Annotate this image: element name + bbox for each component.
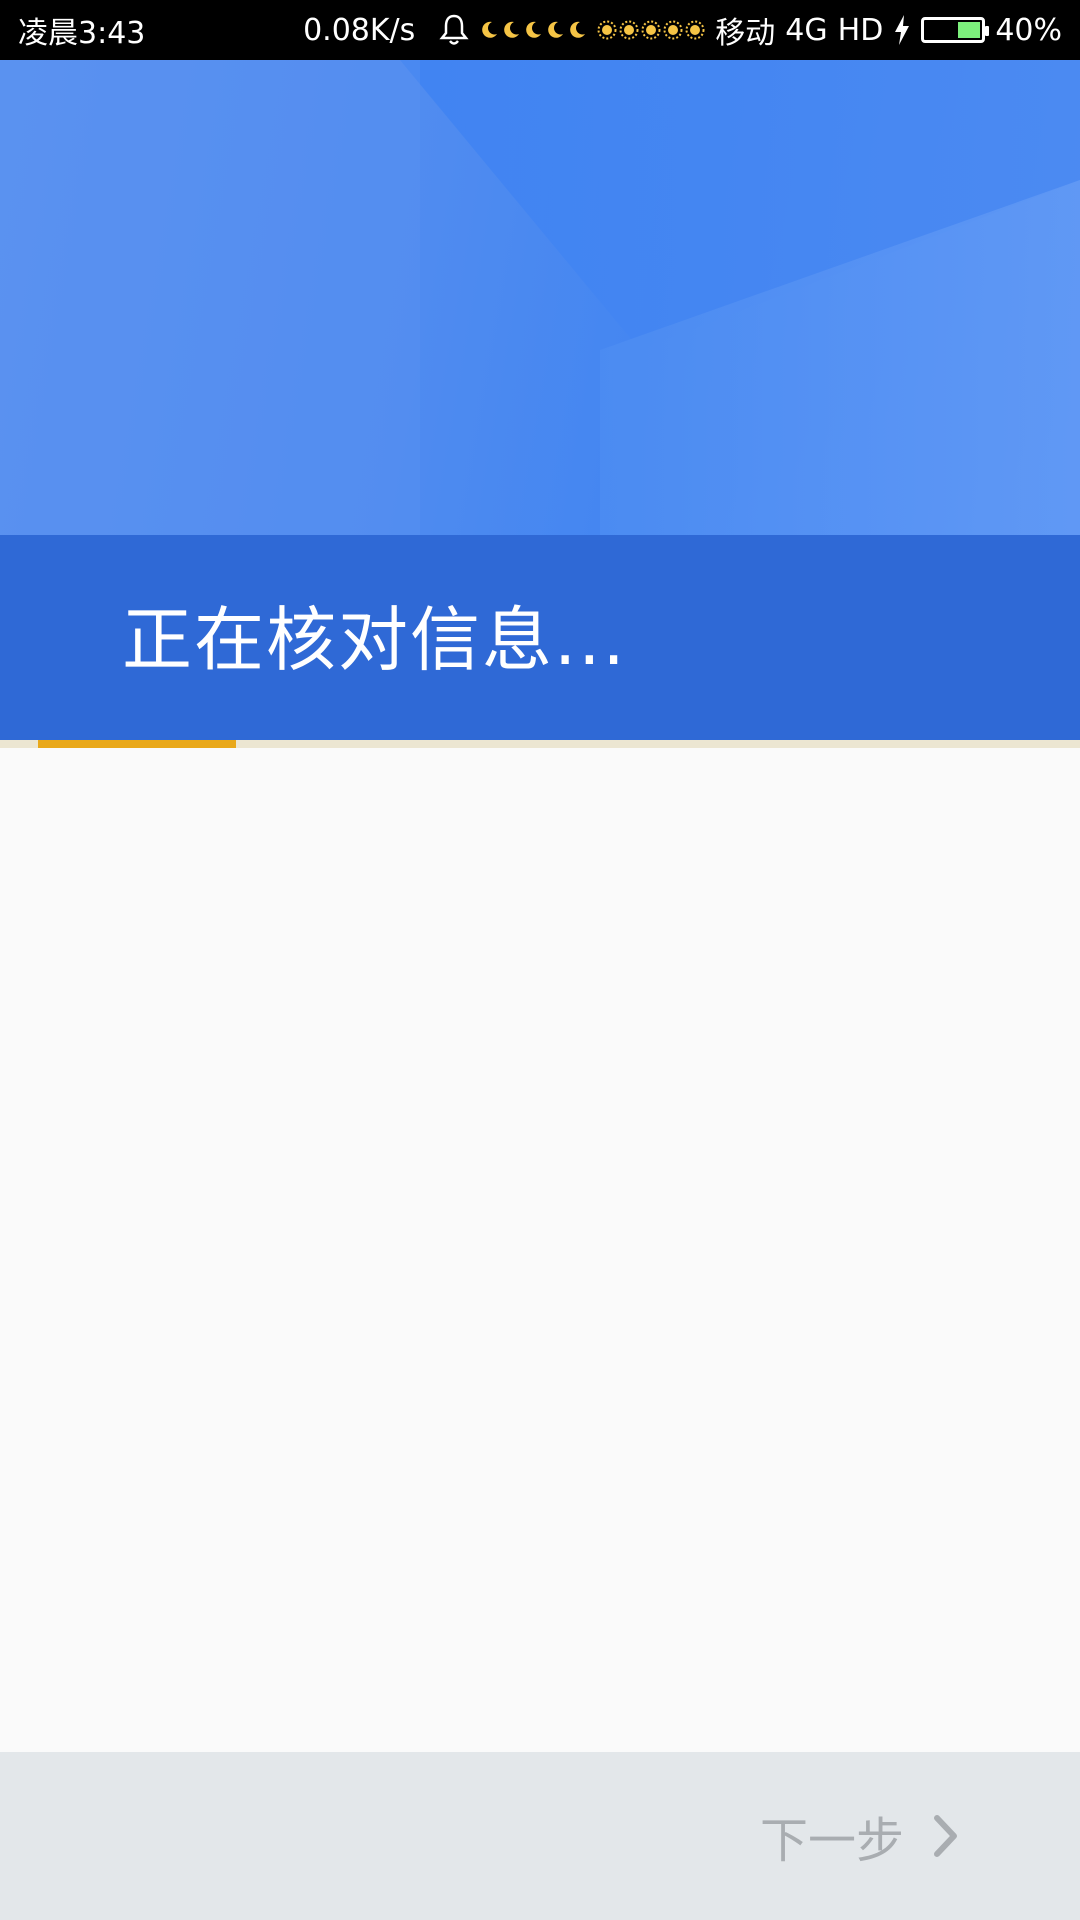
next-step-label: 下一步 bbox=[759, 1813, 904, 1869]
carrier-name: 移动 bbox=[715, 16, 776, 51]
status-time: 凌晨3:43 bbox=[18, 16, 146, 51]
sun-icon bbox=[619, 20, 639, 40]
screen: 凌晨3:43 0.08K/s 移动 4G HD 40% 正在核对信息... 下一… bbox=[0, 0, 1080, 1920]
moon-icon bbox=[504, 21, 520, 38]
moon-icon bbox=[482, 21, 498, 38]
sun-icon bbox=[663, 20, 683, 40]
network-type: 4G bbox=[785, 12, 828, 48]
chevron-right-icon bbox=[932, 1814, 960, 1858]
bolt-icon bbox=[893, 14, 911, 46]
progress-fill bbox=[38, 740, 236, 748]
bell-icon bbox=[439, 13, 469, 47]
sun-icon bbox=[685, 20, 705, 40]
sun-icon bbox=[597, 20, 617, 40]
battery-percent: 40% bbox=[995, 12, 1062, 48]
footer-bar: 下一步 bbox=[0, 1752, 1080, 1920]
moon-icon bbox=[526, 21, 542, 38]
moon-icons bbox=[479, 20, 587, 40]
hero-background-shapes bbox=[0, 60, 1080, 535]
moon-icon bbox=[548, 21, 564, 38]
content-area bbox=[0, 748, 1080, 1752]
status-left: 凌晨3:43 bbox=[18, 0, 145, 60]
status-right: 0.08K/s 移动 4G HD 40% bbox=[303, 0, 1062, 60]
next-step-button[interactable]: 下一步 bbox=[760, 1752, 960, 1920]
network-speed: 0.08K/s bbox=[303, 12, 416, 48]
hero-banner bbox=[0, 60, 1080, 535]
hd-indicator: HD bbox=[837, 12, 884, 48]
page-title: 正在核对信息... bbox=[122, 599, 627, 681]
battery-icon bbox=[921, 17, 990, 43]
sun-icons bbox=[597, 20, 705, 40]
status-bar: 凌晨3:43 0.08K/s 移动 4G HD 40% bbox=[0, 0, 1080, 60]
battery-fill bbox=[958, 22, 981, 38]
sun-icon bbox=[641, 20, 661, 40]
moon-icon bbox=[570, 21, 586, 38]
